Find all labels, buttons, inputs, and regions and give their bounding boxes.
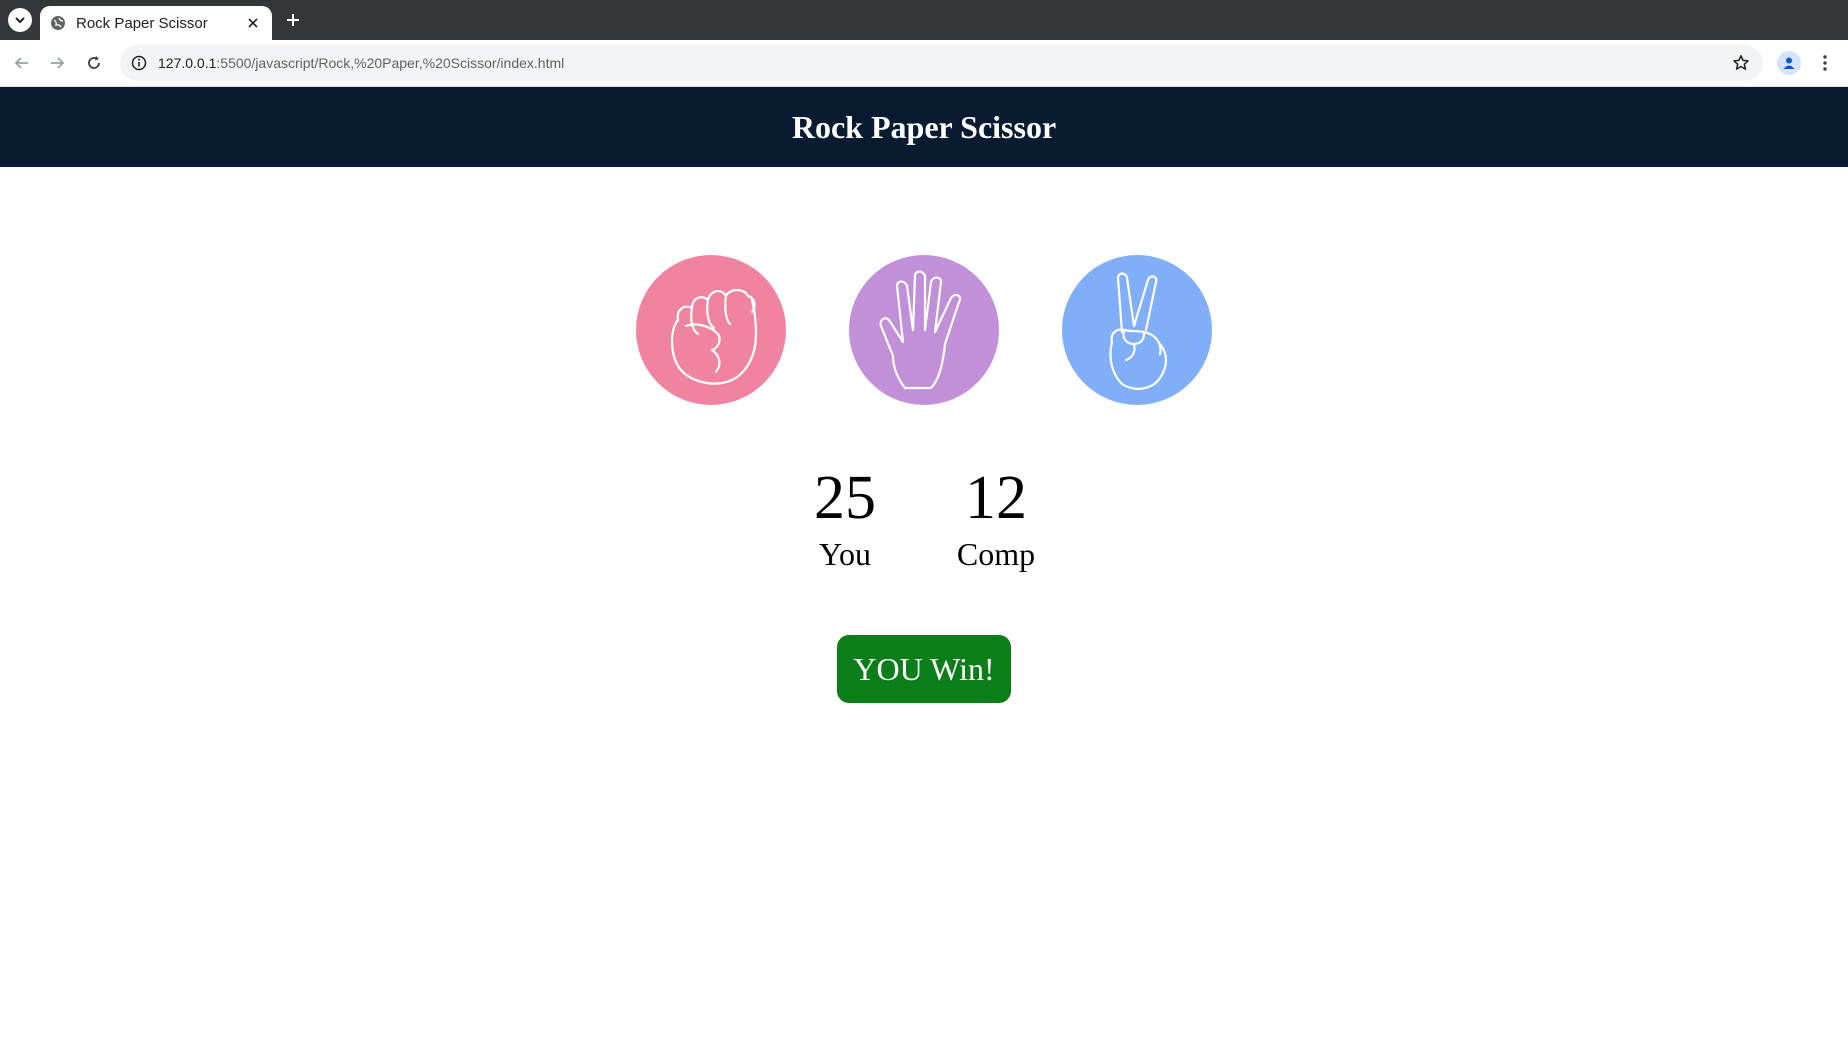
back-button[interactable] xyxy=(11,52,33,74)
forward-button[interactable] xyxy=(46,52,68,74)
address-bar[interactable]: 127.0.0.1:5500/javascript/Rock,%20Paper,… xyxy=(120,45,1763,81)
bookmark-star-icon[interactable] xyxy=(1731,53,1751,73)
open-hand-icon xyxy=(879,270,962,390)
comp-score-label: Comp xyxy=(956,536,1036,572)
rock-choice-button[interactable] xyxy=(636,255,786,405)
globe-icon xyxy=(50,15,66,31)
reload-button[interactable] xyxy=(83,52,105,74)
user-score: 25 You xyxy=(770,460,920,572)
tab-title: Rock Paper Scissor xyxy=(76,14,208,32)
user-score-value: 25 xyxy=(814,464,876,532)
url-text: 127.0.0.1:5500/javascript/Rock,%20Paper,… xyxy=(158,55,564,71)
profile-avatar[interactable] xyxy=(1777,51,1801,75)
chevron-down-icon xyxy=(15,17,25,24)
scoreboard: 25 You 12 Comp xyxy=(0,460,1848,580)
scissor-choice-button[interactable] xyxy=(1062,255,1212,405)
url-host: 127.0.0.1 xyxy=(158,55,217,71)
tab-search-button[interactable] xyxy=(8,8,32,32)
comp-score: 12 Comp xyxy=(921,460,1071,572)
page-header: Rock Paper Scissor xyxy=(0,87,1848,167)
info-icon[interactable] xyxy=(130,54,148,72)
new-tab-button[interactable] xyxy=(282,9,304,31)
arrow-right-icon xyxy=(51,57,65,69)
plus-icon xyxy=(287,14,299,26)
comp-score-value: 12 xyxy=(965,464,1027,532)
browser-tab[interactable]: Rock Paper Scissor xyxy=(40,6,272,40)
paper-choice-button[interactable] xyxy=(849,255,999,405)
result-message: YOU Win! xyxy=(837,635,1011,703)
page-title: Rock Paper Scissor xyxy=(791,108,1057,145)
victory-hand-icon xyxy=(1109,272,1168,390)
browser-menu-button[interactable] xyxy=(1815,51,1835,75)
url-path: :5500/javascript/Rock,%20Paper,%20Scisso… xyxy=(216,55,565,71)
user-score-label: You xyxy=(819,536,871,572)
more-vert-icon xyxy=(1823,55,1827,71)
browser-tab-strip: Rock Paper Scissor xyxy=(0,0,1848,40)
browser-toolbar: 127.0.0.1:5500/javascript/Rock,%20Paper,… xyxy=(0,40,1848,87)
arrow-left-icon xyxy=(14,57,28,69)
reload-icon xyxy=(88,56,100,69)
person-icon xyxy=(1783,57,1795,69)
close-icon[interactable] xyxy=(244,14,262,32)
fist-icon xyxy=(670,288,758,385)
choices-row xyxy=(0,255,1848,405)
